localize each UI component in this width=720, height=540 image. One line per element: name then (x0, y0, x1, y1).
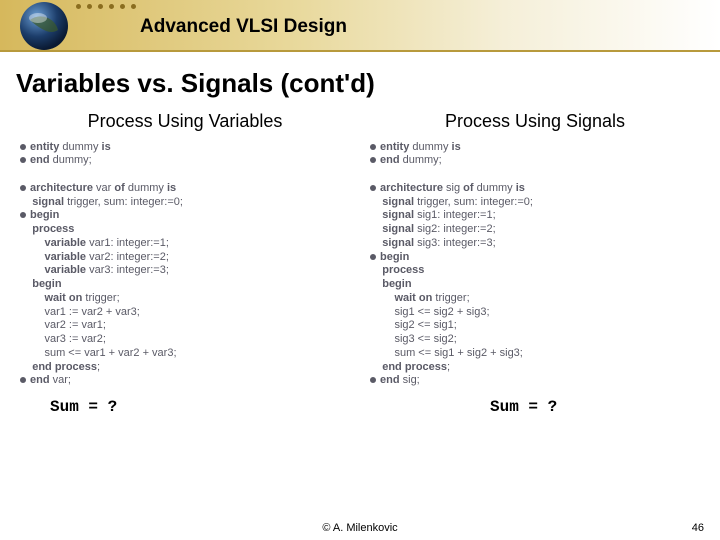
globe-icon (18, 0, 70, 52)
right-column: Process Using Signals entity dummy is en… (370, 111, 700, 416)
slide-title: Variables vs. Signals (cont'd) (16, 68, 720, 99)
course-title: Advanced VLSI Design (140, 16, 347, 38)
left-column: Process Using Variables entity dummy is … (20, 111, 350, 416)
copyright: © A. Milenkovic (322, 522, 397, 534)
left-code: entity dummy is end dummy; architecture … (20, 141, 350, 389)
content-columns: Process Using Variables entity dummy is … (0, 111, 720, 416)
right-question: Sum = ? (370, 398, 700, 416)
right-heading: Process Using Signals (370, 111, 700, 133)
page-number: 46 (692, 522, 704, 534)
decorative-dots (76, 4, 136, 9)
left-question: Sum = ? (20, 398, 350, 416)
left-heading: Process Using Variables (20, 111, 350, 133)
header-bar: Advanced VLSI Design (0, 0, 720, 52)
right-code: entity dummy is end dummy; architecture … (370, 141, 700, 389)
